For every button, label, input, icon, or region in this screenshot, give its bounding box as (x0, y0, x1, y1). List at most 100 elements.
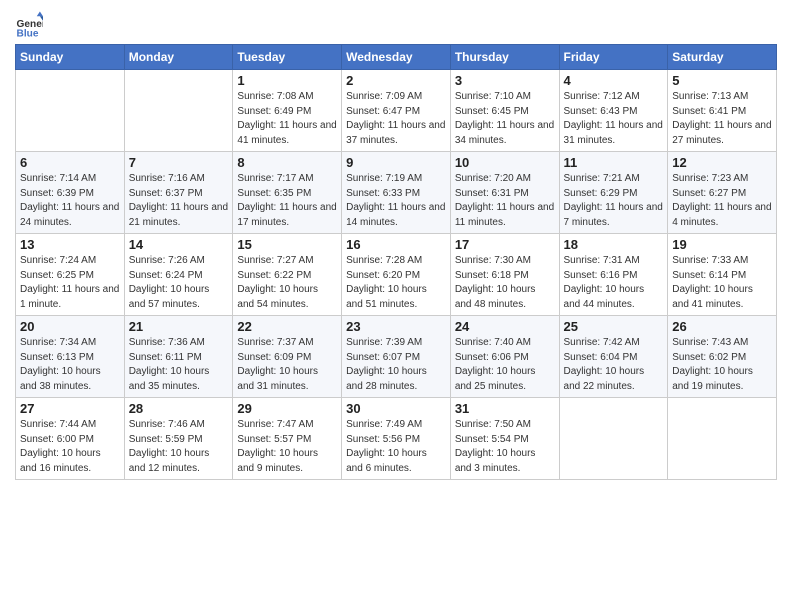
day-number: 6 (20, 155, 120, 170)
calendar-cell: 10 Sunrise: 7:20 AM Sunset: 6:31 PM Dayli… (450, 152, 559, 234)
day-header-tuesday: Tuesday (233, 45, 342, 70)
calendar-cell: 16 Sunrise: 7:28 AM Sunset: 6:20 PM Dayli… (342, 234, 451, 316)
calendar-cell (559, 398, 668, 480)
day-number: 16 (346, 237, 446, 252)
logo: General Blue (15, 10, 47, 38)
calendar-cell: 23 Sunrise: 7:39 AM Sunset: 6:07 PM Dayli… (342, 316, 451, 398)
day-number: 15 (237, 237, 337, 252)
cell-info: Sunrise: 7:49 AM Sunset: 5:56 PM Dayligh… (346, 418, 446, 476)
calendar-cell: 1Sunrise: 7:08 AM Sunset: 6:49 PM Daylig… (233, 70, 342, 152)
day-number: 10 (455, 155, 555, 170)
cell-info: Sunrise: 7:37 AM Sunset: 6:09 PM Dayligh… (237, 336, 337, 394)
cell-info: Sunrise: 7:33 AM Sunset: 6:14 PM Dayligh… (672, 254, 772, 312)
cell-info: Sunrise: 7:26 AM Sunset: 6:24 PM Dayligh… (129, 254, 229, 312)
calendar-week-row: 27Sunrise: 7:44 AM Sunset: 6:00 PM Dayli… (16, 398, 777, 480)
day-number: 20 (20, 319, 120, 334)
day-number: 9 (346, 155, 446, 170)
calendar-cell: 30 Sunrise: 7:49 AM Sunset: 5:56 PM Dayli… (342, 398, 451, 480)
day-number: 17 (455, 237, 555, 252)
day-number: 22 (237, 319, 337, 334)
day-header-thursday: Thursday (450, 45, 559, 70)
day-number: 3 (455, 73, 555, 88)
day-header-saturday: Saturday (668, 45, 777, 70)
calendar-cell: 22 Sunrise: 7:37 AM Sunset: 6:09 PM Dayli… (233, 316, 342, 398)
day-header-friday: Friday (559, 45, 668, 70)
calendar-cell: 3Sunrise: 7:10 AM Sunset: 6:45 PM Daylig… (450, 70, 559, 152)
cell-info: Sunrise: 7:09 AM Sunset: 6:47 PM Dayligh… (346, 90, 446, 148)
cell-info: Sunrise: 7:14 AM Sunset: 6:39 PM Dayligh… (20, 172, 120, 230)
day-number: 8 (237, 155, 337, 170)
calendar-cell (16, 70, 125, 152)
calendar-cell: 15 Sunrise: 7:27 AM Sunset: 6:22 PM Dayli… (233, 234, 342, 316)
day-number: 14 (129, 237, 229, 252)
calendar-cell: 6 Sunrise: 7:14 AM Sunset: 6:39 PM Daylig… (16, 152, 125, 234)
calendar-cell: 7 Sunrise: 7:16 AM Sunset: 6:37 PM Daylig… (124, 152, 233, 234)
day-number: 2 (346, 73, 446, 88)
cell-info: Sunrise: 7:42 AM Sunset: 6:04 PM Dayligh… (564, 336, 664, 394)
day-number: 23 (346, 319, 446, 334)
calendar-cell (124, 70, 233, 152)
day-header-monday: Monday (124, 45, 233, 70)
day-number: 28 (129, 401, 229, 416)
calendar-week-row: 20 Sunrise: 7:34 AM Sunset: 6:13 PM Dayli… (16, 316, 777, 398)
calendar-cell: 24 Sunrise: 7:40 AM Sunset: 6:06 PM Dayli… (450, 316, 559, 398)
day-number: 21 (129, 319, 229, 334)
day-number: 30 (346, 401, 446, 416)
calendar-header-row: SundayMondayTuesdayWednesdayThursdayFrid… (16, 45, 777, 70)
day-number: 18 (564, 237, 664, 252)
cell-info: Sunrise: 7:46 AM Sunset: 5:59 PM Dayligh… (129, 418, 229, 476)
day-number: 4 (564, 73, 664, 88)
cell-info: Sunrise: 7:47 AM Sunset: 5:57 PM Dayligh… (237, 418, 337, 476)
day-number: 26 (672, 319, 772, 334)
calendar-cell: 19 Sunrise: 7:33 AM Sunset: 6:14 PM Dayli… (668, 234, 777, 316)
calendar-cell: 13 Sunrise: 7:24 AM Sunset: 6:25 PM Dayli… (16, 234, 125, 316)
calendar-cell: 8 Sunrise: 7:17 AM Sunset: 6:35 PM Daylig… (233, 152, 342, 234)
day-number: 1 (237, 73, 337, 88)
cell-info: Sunrise: 7:12 AM Sunset: 6:43 PM Dayligh… (564, 90, 664, 148)
day-header-sunday: Sunday (16, 45, 125, 70)
calendar-cell: 18Sunrise: 7:31 AM Sunset: 6:16 PM Dayli… (559, 234, 668, 316)
day-number: 24 (455, 319, 555, 334)
cell-info: Sunrise: 7:23 AM Sunset: 6:27 PM Dayligh… (672, 172, 772, 230)
calendar-cell: 26 Sunrise: 7:43 AM Sunset: 6:02 PM Dayli… (668, 316, 777, 398)
day-number: 31 (455, 401, 555, 416)
day-number: 12 (672, 155, 772, 170)
calendar-cell: 20 Sunrise: 7:34 AM Sunset: 6:13 PM Dayli… (16, 316, 125, 398)
day-number: 11 (564, 155, 664, 170)
day-number: 7 (129, 155, 229, 170)
calendar-cell: 2 Sunrise: 7:09 AM Sunset: 6:47 PM Daylig… (342, 70, 451, 152)
calendar-cell (668, 398, 777, 480)
cell-info: Sunrise: 7:44 AM Sunset: 6:00 PM Dayligh… (20, 418, 120, 476)
cell-info: Sunrise: 7:19 AM Sunset: 6:33 PM Dayligh… (346, 172, 446, 230)
calendar-table: SundayMondayTuesdayWednesdayThursdayFrid… (15, 44, 777, 480)
calendar-cell: 31 Sunrise: 7:50 AM Sunset: 5:54 PM Dayli… (450, 398, 559, 480)
page-header: General Blue (15, 10, 777, 38)
day-number: 25 (564, 319, 664, 334)
cell-info: Sunrise: 7:17 AM Sunset: 6:35 PM Dayligh… (237, 172, 337, 230)
calendar-cell: 21Sunrise: 7:36 AM Sunset: 6:11 PM Dayli… (124, 316, 233, 398)
cell-info: Sunrise: 7:28 AM Sunset: 6:20 PM Dayligh… (346, 254, 446, 312)
calendar-cell: 9 Sunrise: 7:19 AM Sunset: 6:33 PM Daylig… (342, 152, 451, 234)
day-header-wednesday: Wednesday (342, 45, 451, 70)
calendar-cell: 27Sunrise: 7:44 AM Sunset: 6:00 PM Dayli… (16, 398, 125, 480)
cell-info: Sunrise: 7:40 AM Sunset: 6:06 PM Dayligh… (455, 336, 555, 394)
calendar-cell: 14 Sunrise: 7:26 AM Sunset: 6:24 PM Dayli… (124, 234, 233, 316)
calendar-cell: 5Sunrise: 7:13 AM Sunset: 6:41 PM Daylig… (668, 70, 777, 152)
day-number: 29 (237, 401, 337, 416)
day-number: 13 (20, 237, 120, 252)
cell-info: Sunrise: 7:21 AM Sunset: 6:29 PM Dayligh… (564, 172, 664, 230)
calendar-week-row: 1Sunrise: 7:08 AM Sunset: 6:49 PM Daylig… (16, 70, 777, 152)
calendar-cell: 28 Sunrise: 7:46 AM Sunset: 5:59 PM Dayli… (124, 398, 233, 480)
cell-info: Sunrise: 7:20 AM Sunset: 6:31 PM Dayligh… (455, 172, 555, 230)
cell-info: Sunrise: 7:24 AM Sunset: 6:25 PM Dayligh… (20, 254, 120, 312)
calendar-cell: 17 Sunrise: 7:30 AM Sunset: 6:18 PM Dayli… (450, 234, 559, 316)
cell-info: Sunrise: 7:34 AM Sunset: 6:13 PM Dayligh… (20, 336, 120, 394)
cell-info: Sunrise: 7:43 AM Sunset: 6:02 PM Dayligh… (672, 336, 772, 394)
day-number: 5 (672, 73, 772, 88)
cell-info: Sunrise: 7:27 AM Sunset: 6:22 PM Dayligh… (237, 254, 337, 312)
cell-info: Sunrise: 7:39 AM Sunset: 6:07 PM Dayligh… (346, 336, 446, 394)
cell-info: Sunrise: 7:16 AM Sunset: 6:37 PM Dayligh… (129, 172, 229, 230)
cell-info: Sunrise: 7:50 AM Sunset: 5:54 PM Dayligh… (455, 418, 555, 476)
day-number: 19 (672, 237, 772, 252)
cell-info: Sunrise: 7:30 AM Sunset: 6:18 PM Dayligh… (455, 254, 555, 312)
